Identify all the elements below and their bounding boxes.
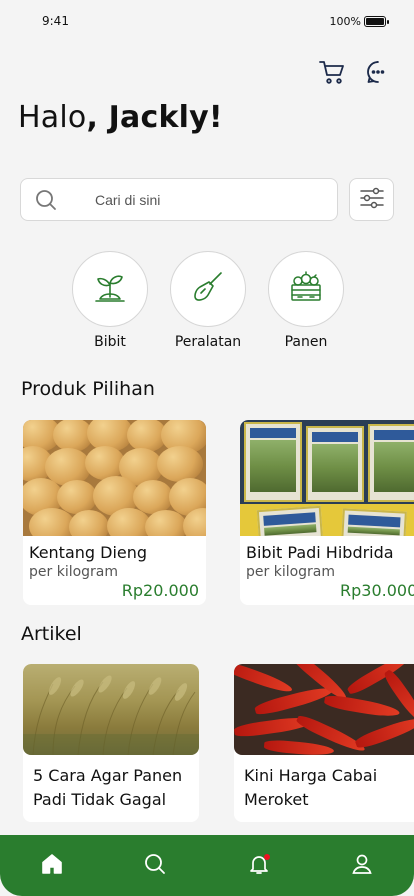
search-icon — [143, 852, 167, 880]
nav-search[interactable] — [135, 846, 175, 886]
home-icon — [40, 852, 64, 880]
sliders-icon — [359, 186, 385, 214]
profile-icon — [350, 852, 374, 880]
filter-button[interactable] — [349, 178, 394, 221]
greeting: Halo, Jackly! — [18, 100, 223, 135]
nav-profile[interactable] — [342, 846, 382, 886]
product-card[interactable]: Kentang Dieng per kilogram Rp20.000 — [23, 420, 206, 605]
search-bar[interactable] — [20, 178, 338, 221]
trowel-icon — [188, 267, 228, 311]
category-circle — [170, 251, 246, 327]
battery-percent: 100% — [329, 15, 361, 28]
article-image-red-chili — [234, 664, 414, 755]
battery-icon — [364, 16, 389, 27]
product-image-seed-bags — [240, 420, 414, 536]
product-card[interactable]: Bibit Padi Hibdrida per kilogram Rp30.00… — [240, 420, 414, 605]
greeting-name: , Jackly! — [86, 100, 223, 135]
category-circle — [72, 251, 148, 327]
status-battery: 100% — [329, 15, 389, 28]
harvest-crate-icon — [286, 267, 326, 311]
category-label: Panen — [284, 334, 328, 350]
category-circle — [268, 251, 344, 327]
home-screen: 9:41 100% Halo, Jackly! Cari di sini Bib… — [0, 0, 414, 896]
article-image-rice-field — [23, 664, 199, 755]
product-unit: per kilogram — [29, 564, 119, 580]
nav-notifications[interactable] — [239, 846, 279, 886]
search-input[interactable] — [95, 191, 295, 208]
product-price: Rp20.000 — [121, 581, 199, 600]
category-bibit[interactable]: Bibit — [72, 251, 148, 351]
category-label: Bibit — [94, 334, 126, 350]
product-price: Rp30.000 — [340, 581, 414, 600]
category-peralatan[interactable]: Peralatan — [170, 251, 246, 351]
product-name: Kentang Dieng — [29, 543, 148, 562]
sprout-icon — [90, 267, 130, 311]
articles-section-title: Artikel — [21, 623, 82, 645]
article-title: Kini Harga Cabai Meroket — [244, 766, 378, 809]
article-title: 5 Cara Agar Panen Padi Tidak Gagal — [33, 766, 183, 809]
product-name: Bibit Padi Hibdrida — [246, 543, 394, 562]
bottom-navigation — [0, 835, 414, 896]
chat-icon[interactable] — [364, 58, 392, 86]
product-image-potatoes — [23, 420, 206, 536]
article-card[interactable]: 5 Cara Agar Panen Padi Tidak Gagal — [23, 664, 199, 822]
cart-icon[interactable] — [318, 58, 346, 86]
category-panen[interactable]: Panen — [268, 251, 344, 351]
notification-dot — [263, 853, 270, 860]
product-unit: per kilogram — [246, 564, 336, 580]
article-card[interactable]: Kini Harga Cabai Meroket — [234, 664, 414, 822]
nav-home[interactable] — [32, 846, 72, 886]
status-time: 9:41 — [42, 14, 69, 28]
search-icon — [35, 189, 57, 211]
products-section-title: Produk Pilihan — [21, 378, 155, 400]
category-label: Peralatan — [174, 334, 242, 350]
greeting-prefix: Halo — [18, 100, 87, 135]
